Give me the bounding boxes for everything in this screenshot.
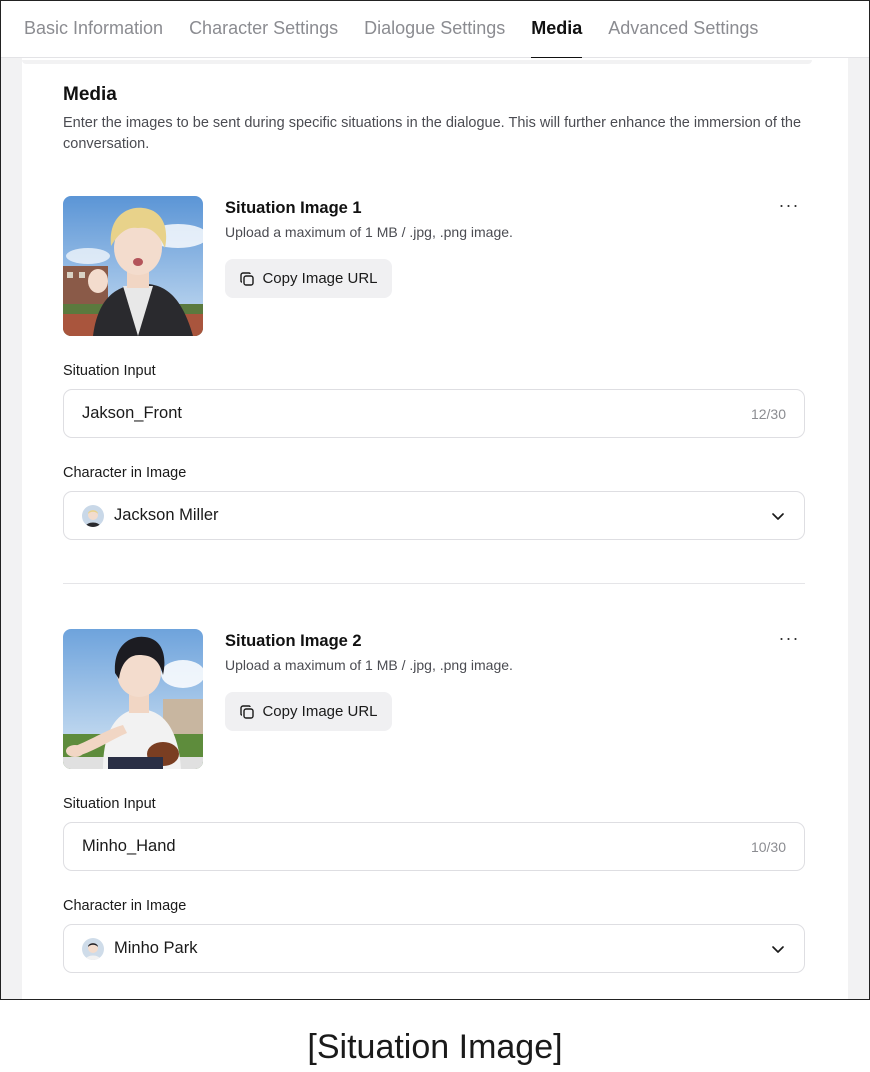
situation-input-label-2: Situation Input xyxy=(63,796,156,812)
more-options-icon-1[interactable]: ··· xyxy=(775,196,803,220)
character-select-value-1: Jackson Miller xyxy=(114,506,219,524)
avatar xyxy=(82,937,104,960)
situation-input-2[interactable]: Minho_Hand 10/30 xyxy=(63,822,805,871)
situation-image-title-2: Situation Image 2 xyxy=(225,632,362,650)
figure-caption: [Situation Image] xyxy=(307,1028,563,1066)
situation-image-card-1: Situation Image 1 Upload a maximum of 1 … xyxy=(63,196,805,541)
copy-image-url-button-1[interactable]: Copy Image URL xyxy=(225,259,392,298)
situation-input-1[interactable]: Jakson_Front 12/30 xyxy=(63,389,805,438)
tab-advanced-settings[interactable]: Advanced Settings xyxy=(608,1,758,58)
tab-basic-information[interactable]: Basic Information xyxy=(24,1,163,58)
app-frame: Basic Information Character Settings Dia… xyxy=(0,0,870,1000)
copy-icon xyxy=(240,271,255,286)
tab-character-settings[interactable]: Character Settings xyxy=(189,1,338,58)
situation-input-value-1: Jakson_Front xyxy=(82,404,182,422)
more-options-icon-2[interactable]: ··· xyxy=(775,629,803,653)
situation-image-title-1: Situation Image 1 xyxy=(225,199,362,217)
character-count-1: 12/30 xyxy=(750,405,786,422)
media-panel: Media Enter the images to be sent during… xyxy=(22,58,848,999)
situation-image-thumbnail-1[interactable] xyxy=(63,196,203,336)
situation-image-card-2: Situation Image 2 Upload a maximum of 1 … xyxy=(63,629,805,974)
tab-media[interactable]: Media xyxy=(531,1,583,59)
character-select-value-2: Minho Park xyxy=(114,939,198,957)
character-in-image-label-1: Character in Image xyxy=(63,465,187,481)
copy-button-label-1: Copy Image URL xyxy=(262,270,378,287)
section-description: Enter the images to be sent during speci… xyxy=(63,115,802,152)
tab-dialogue-settings[interactable]: Dialogue Settings xyxy=(364,1,505,58)
avatar xyxy=(82,504,104,527)
upload-note-2: Upload a maximum of 1 MB / .jpg, .png im… xyxy=(225,657,513,673)
character-count-2: 10/30 xyxy=(750,838,786,855)
item-divider xyxy=(63,583,805,584)
character-in-image-label-2: Character in Image xyxy=(63,898,187,914)
tab-bar: Basic Information Character Settings Dia… xyxy=(1,1,869,59)
copy-image-url-button-2[interactable]: Copy Image URL xyxy=(225,692,392,731)
chevron-down-icon xyxy=(772,512,784,520)
situation-input-label-1: Situation Input xyxy=(63,363,156,379)
section-title: Media xyxy=(63,84,117,105)
situation-input-value-2: Minho_Hand xyxy=(82,837,176,855)
upload-note-1: Upload a maximum of 1 MB / .jpg, .png im… xyxy=(225,224,513,240)
chevron-down-icon xyxy=(772,945,784,953)
copy-icon xyxy=(240,704,255,719)
character-select-2[interactable]: Minho Park xyxy=(63,924,805,973)
copy-button-label-2: Copy Image URL xyxy=(262,703,378,720)
situation-image-thumbnail-2[interactable] xyxy=(63,629,203,769)
character-select-1[interactable]: Jackson Miller xyxy=(63,491,805,540)
panel-top-shadow xyxy=(22,60,812,64)
